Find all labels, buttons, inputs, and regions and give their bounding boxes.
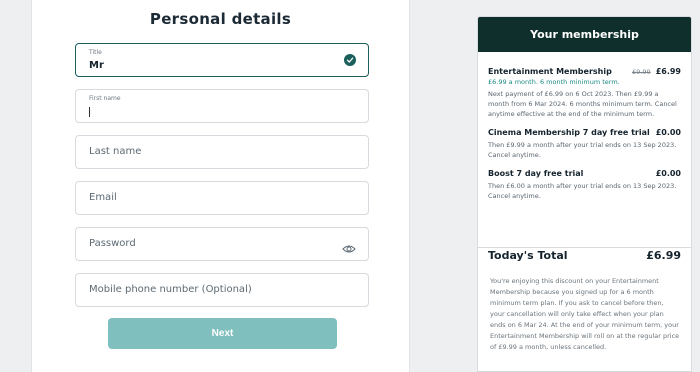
email-placeholder: Email xyxy=(89,192,117,203)
item-title: Cinema Membership 7 day free trial xyxy=(488,128,650,137)
item-price: £0.00 xyxy=(655,169,681,178)
first-name-field[interactable]: First name xyxy=(75,89,369,123)
membership-item: Boost 7 day free trial £0.00 Then £6.00 … xyxy=(488,169,681,201)
first-name-label: First name xyxy=(89,95,121,102)
membership-heading: Your membership xyxy=(478,17,691,52)
email-field[interactable]: Email xyxy=(75,181,369,215)
divider xyxy=(478,247,691,248)
item-description: Then £9.99 a month after your trial ends… xyxy=(488,141,677,159)
total-row: Today's Total £6.99 xyxy=(488,249,681,262)
personal-details-form: Personal details Title Mr First name Las… xyxy=(31,0,410,372)
last-name-placeholder: Last name xyxy=(89,146,142,157)
password-placeholder: Password xyxy=(89,238,136,249)
mobile-phone-placeholder: Mobile phone number (Optional) xyxy=(89,284,252,295)
item-price: £0.00 xyxy=(655,128,681,137)
item-description: Next payment of £6.99 on 6 Oct 2023. The… xyxy=(488,90,677,118)
item-title: Boost 7 day free trial xyxy=(488,169,584,178)
current-price: £6.99 xyxy=(655,67,681,76)
last-name-field[interactable]: Last name xyxy=(75,135,369,169)
item-subtitle: £6.99 a month. 6 month minimum term. xyxy=(488,78,620,86)
membership-summary: Your membership Entertainment Membership… xyxy=(477,16,692,372)
form-title: Personal details xyxy=(149,10,292,28)
title-field[interactable]: Title Mr xyxy=(75,43,369,77)
password-field[interactable]: Password xyxy=(75,227,369,261)
mobile-phone-field[interactable]: Mobile phone number (Optional) xyxy=(75,273,369,307)
text-cursor xyxy=(89,107,90,117)
membership-item: Cinema Membership 7 day free trial £0.00… xyxy=(488,128,681,160)
show-password-eye-icon[interactable] xyxy=(342,239,356,258)
next-button[interactable]: Next xyxy=(108,318,337,349)
old-price: £9.99 xyxy=(632,68,651,76)
item-price: £9.99 £6.99 xyxy=(632,67,681,76)
check-icon xyxy=(344,54,356,66)
title-field-label: Title xyxy=(89,49,102,56)
discount-note: You're enjoying this discount on your En… xyxy=(490,277,680,351)
item-description: Then £6.00 a month after your trial ends… xyxy=(488,182,677,200)
title-field-value: Mr xyxy=(89,60,104,71)
membership-item: Entertainment Membership £9.99 £6.99 £6.9… xyxy=(488,67,681,119)
total-price: £6.99 xyxy=(646,249,681,262)
